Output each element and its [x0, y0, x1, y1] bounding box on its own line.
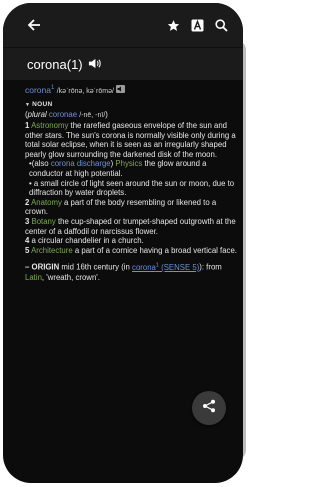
sense-field-label[interactable]: Architecture — [31, 246, 73, 255]
sense-definition: a circular chandelier in a church. — [29, 236, 144, 246]
headword-title: corona(1) — [27, 57, 83, 72]
sub-prefix: (also — [31, 159, 51, 169]
share-icon — [202, 399, 216, 418]
plural-line: (plural coronae /-nē, -nī/) — [25, 110, 108, 120]
origin-link-sense: (SENSE 5) — [158, 262, 200, 272]
part-of-speech: ▼ NOUN — [25, 99, 237, 111]
sense-number: 3 — [25, 216, 30, 226]
origin-text: , 'wreath, crown'. — [41, 272, 100, 282]
sense-field-label[interactable]: Anatomy — [31, 198, 62, 207]
arrow-left-icon[interactable] — [25, 16, 43, 34]
plural-label: plural — [27, 110, 47, 120]
search-icon[interactable] — [212, 16, 230, 34]
plural-pronunciation: /-nē, -nī/ — [79, 112, 106, 120]
sense-1-sub-2: • a small circle of light seen around th… — [29, 178, 235, 198]
app-bar — [3, 3, 243, 47]
collapse-triangle-icon[interactable]: ▼ — [25, 102, 30, 108]
origin-text: mid 16th century (in — [59, 262, 133, 272]
entry-header: corona1 /kəˈrōnə, kəˈrōmə/ — [25, 83, 237, 97]
sense-1-sub-1: •(also corona discharge) Physics the glo… — [29, 159, 207, 178]
origin-language-link[interactable]: Latin — [25, 273, 42, 282]
origin-section: – ORIGIN mid 16th century (in corona1 (S… — [25, 261, 237, 282]
entry-pronunciation: /kəˈrōnə, kəˈrōmə/ — [56, 87, 114, 95]
plural-form: coronae — [48, 110, 78, 120]
origin-link-word: corona — [132, 262, 156, 272]
sense-number: 2 — [25, 197, 30, 207]
sense-definition: the cup-shaped or trumpet-shaped outgrow… — [25, 216, 236, 236]
sub-definition: a small circle of light seen around the … — [29, 178, 235, 198]
origin-text: ): from — [199, 262, 222, 272]
font-size-icon[interactable] — [188, 16, 206, 34]
phone-screen: corona(1) corona1 /kəˈrōnə, kəˈrōmə/ ▼ N… — [3, 3, 243, 483]
sense-field-label[interactable]: Astronomy — [31, 121, 68, 130]
sense-number: 5 — [25, 245, 30, 255]
headword-bar: corona(1) — [3, 47, 243, 80]
star-icon[interactable] — [164, 16, 182, 34]
sense-3: 3 Botany the cup-shaped or trumpet-shape… — [25, 217, 237, 236]
sense-1: 1 Astronomy the rarefied gaseous envelop… — [25, 121, 237, 159]
speaker-icon[interactable] — [88, 57, 102, 71]
entry-content: corona1 /kəˈrōnə, kəˈrōmə/ ▼ NOUN (plura… — [25, 83, 237, 282]
entry-word: corona — [25, 84, 51, 95]
entry-word-superscript: 1 — [51, 85, 55, 91]
sub-field-label[interactable]: Physics — [115, 159, 142, 168]
sense-5: 5 Architecture a part of a cornice havin… — [25, 246, 237, 256]
corona-discharge-link[interactable]: corona discharge — [51, 159, 111, 168]
origin-link[interactable]: corona1 (SENSE 5) — [132, 262, 200, 272]
sense-number: 1 — [25, 121, 30, 131]
sense-2: 2 Anatomy a part of the body resembling … — [25, 198, 237, 217]
sense-4: 4 a circular chandelier in a church. — [25, 236, 237, 246]
pronunciation-audio-icon[interactable] — [116, 85, 126, 96]
pos-label: NOUN — [32, 100, 53, 108]
sense-definition: a part of a cornice having a broad verti… — [72, 245, 237, 255]
share-button[interactable] — [192, 391, 226, 425]
sense-field-label[interactable]: Botany — [32, 217, 56, 226]
origin-label: – ORIGIN — [25, 262, 60, 272]
